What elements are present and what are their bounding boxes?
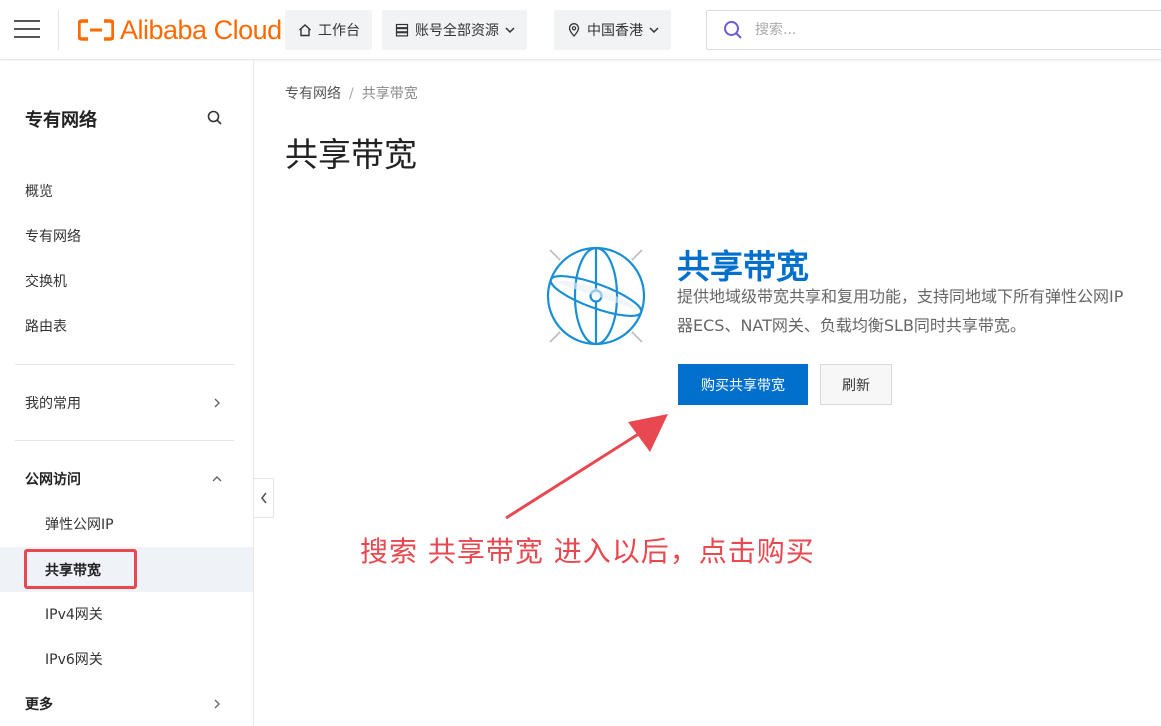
- divider: [58, 10, 59, 50]
- chevron-left-icon: [260, 492, 267, 504]
- search-icon: [724, 21, 742, 39]
- chevron-down-icon: [649, 27, 659, 34]
- sidebar-item-eip[interactable]: 弹性公网IP: [0, 504, 253, 544]
- chevron-right-icon: [214, 699, 220, 709]
- sidebar-item-label: 共享带宽: [45, 562, 101, 579]
- buy-shared-bandwidth-button[interactable]: 购买共享带宽: [678, 364, 808, 405]
- sidebar-divider: [15, 440, 234, 441]
- sidebar-collapse-toggle[interactable]: [254, 478, 274, 518]
- sidebar-title: 专有网络: [25, 110, 97, 131]
- region-dropdown[interactable]: 中国香港: [554, 10, 671, 50]
- logo-icon: [78, 19, 114, 41]
- annotation-arrow-icon: [505, 414, 668, 520]
- sidebar-item-ipv6-gateway[interactable]: IPv6网关: [0, 639, 253, 679]
- global-search[interactable]: [706, 10, 1161, 50]
- sidebar-item-label: 弹性公网IP: [45, 517, 114, 533]
- home-icon: [297, 22, 313, 38]
- globe-bandwidth-icon: [546, 246, 646, 346]
- breadcrumb: 专有网络 / 共享带宽: [285, 83, 418, 103]
- sidebar-item-overview[interactable]: 概览: [0, 171, 253, 211]
- promo-description-line: 提供地域级带宽共享和复用功能，支持同地域下所有弹性公网IP: [677, 287, 1124, 306]
- sidebar-item-favorites[interactable]: 我的常用: [0, 383, 253, 423]
- promo-description: 提供地域级带宽共享和复用功能，支持同地域下所有弹性公网IP 器ECS、NAT网关…: [677, 282, 1161, 340]
- chevron-right-icon: [214, 398, 220, 408]
- sidebar-item-label: 专有网络: [25, 229, 81, 245]
- sidebar-item-vpc[interactable]: 专有网络: [0, 216, 253, 256]
- sidebar-item-vswitch[interactable]: 交换机: [0, 261, 253, 301]
- server-stack-icon: [394, 22, 410, 38]
- region-label: 中国香港: [587, 23, 643, 39]
- sidebar-divider: [15, 364, 234, 365]
- breadcrumb-root-link[interactable]: 专有网络: [285, 86, 341, 102]
- workbench-label: 工作台: [318, 23, 360, 39]
- sidebar-item-route-table[interactable]: 路由表: [0, 306, 253, 346]
- resources-label: 账号全部资源: [415, 23, 499, 39]
- sidebar-item-shared-bandwidth[interactable]: 共享带宽: [0, 547, 253, 592]
- promo-description-line: 器ECS、NAT网关、负载均衡SLB同时共享带宽。: [677, 316, 1026, 335]
- search-input[interactable]: [755, 22, 1135, 38]
- sidebar-item-label: 我的常用: [25, 396, 81, 412]
- sidebar-item-label: IPv6网关: [45, 652, 103, 668]
- page-title: 共享带宽: [285, 135, 417, 174]
- top-bar: Alibaba Cloud 工作台 账号全部资源 中国香港: [0, 0, 1161, 60]
- sidebar-group-label: 公网访问: [25, 472, 81, 488]
- chevron-down-icon: [505, 27, 515, 34]
- sidebar-item-label: 交换机: [25, 274, 67, 290]
- annotation-text: 搜索 共享带宽 进入以后，点击购买: [360, 535, 815, 568]
- menu-icon[interactable]: [14, 18, 40, 40]
- search-icon[interactable]: [206, 109, 224, 127]
- chevron-up-icon: [212, 476, 222, 482]
- sidebar-item-more[interactable]: 更多: [0, 684, 253, 724]
- breadcrumb-separator: /: [349, 86, 354, 102]
- sidebar-item-label: 路由表: [25, 319, 67, 335]
- sidebar-item-ipv4-gateway[interactable]: IPv4网关: [0, 594, 253, 634]
- workbench-button[interactable]: 工作台: [285, 10, 372, 50]
- resources-dropdown[interactable]: 账号全部资源: [382, 10, 527, 50]
- promo-title: 共享带宽: [677, 247, 809, 286]
- breadcrumb-current: 共享带宽: [361, 86, 418, 102]
- location-pin-icon: [566, 22, 582, 38]
- sidebar-item-label: IPv4网关: [45, 607, 103, 623]
- sidebar-item-label: 更多: [25, 697, 53, 713]
- sidebar: 专有网络 概览 专有网络 交换机 路由表 我的常用 公网访问 弹性公网IP 共享…: [0, 61, 254, 726]
- sidebar-item-label: 概览: [25, 184, 53, 200]
- refresh-button[interactable]: 刷新: [820, 364, 892, 405]
- sidebar-group-public-access[interactable]: 公网访问: [0, 459, 253, 499]
- logo-text: Alibaba Cloud: [120, 14, 282, 45]
- alibaba-cloud-logo[interactable]: Alibaba Cloud: [78, 14, 282, 46]
